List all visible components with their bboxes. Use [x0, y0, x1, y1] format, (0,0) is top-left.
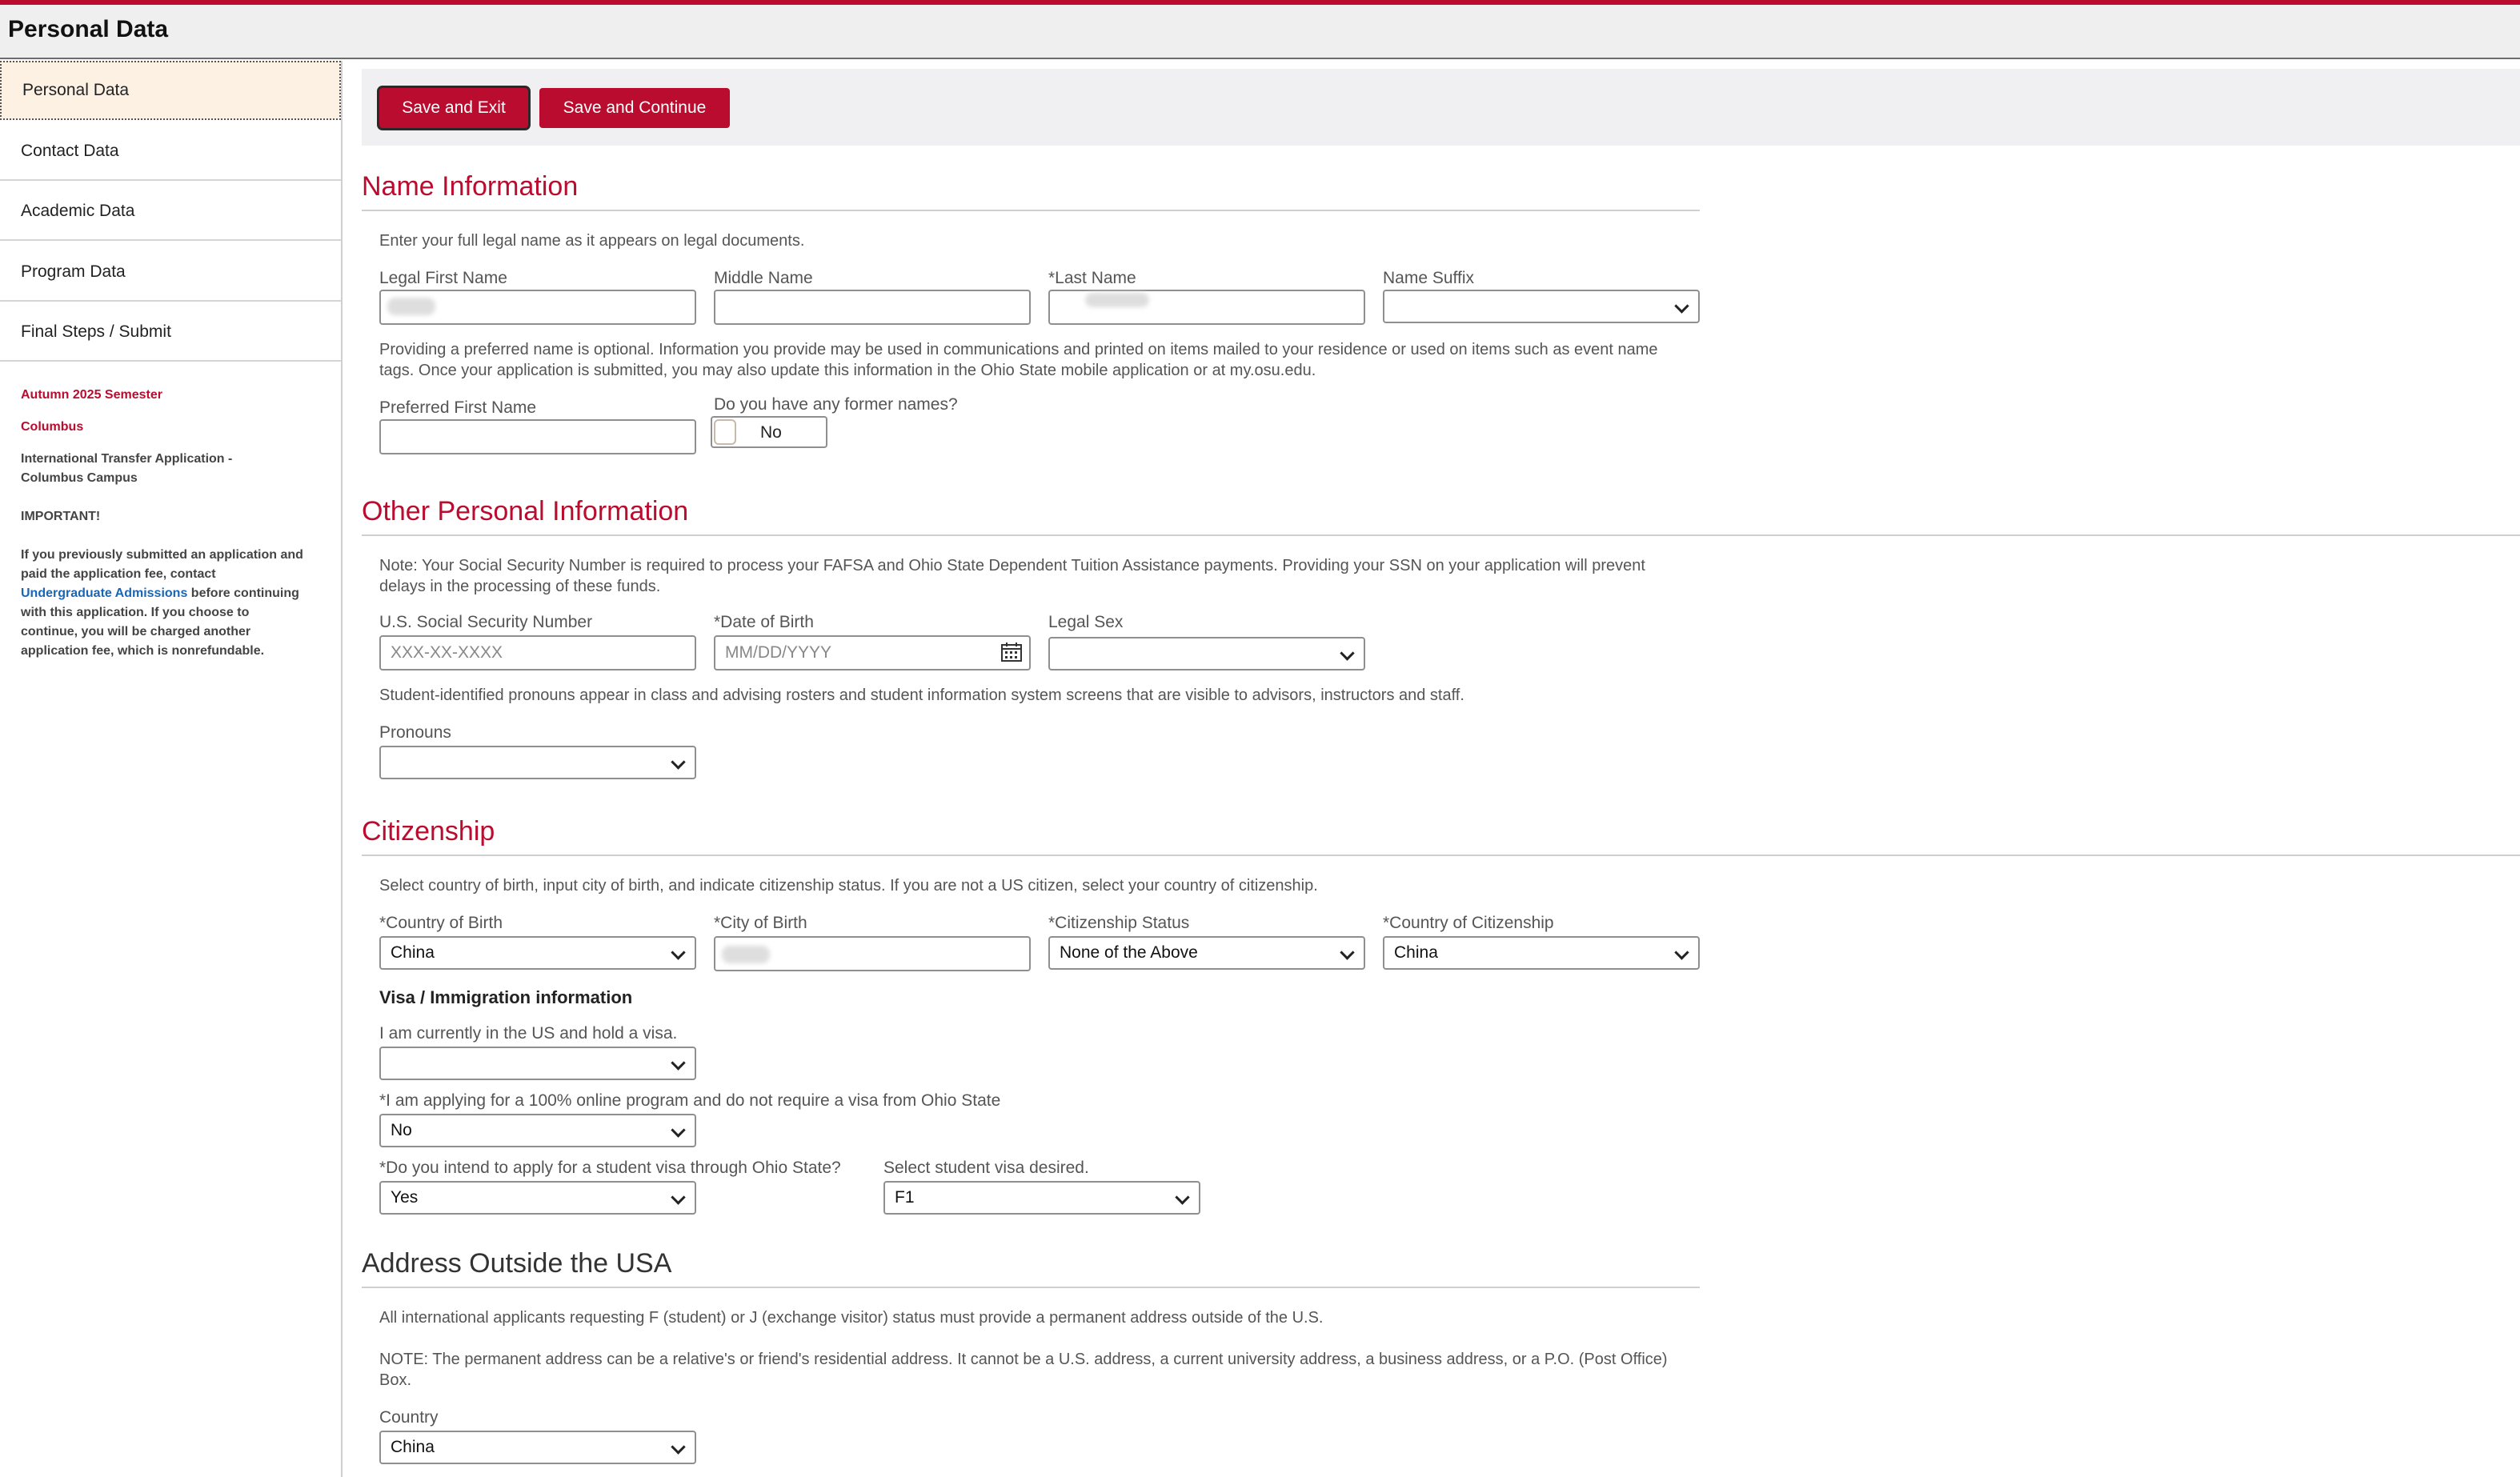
birth-country-select[interactable]: China	[379, 936, 696, 970]
citizenship-country-label: *Country of Citizenship	[1383, 914, 1554, 932]
redacted-value	[722, 946, 770, 963]
citizenship-status-label: *Citizenship Status	[1048, 914, 1190, 932]
sidebar-item-personal-data[interactable]: Personal Data	[0, 61, 341, 120]
preferred-name-field[interactable]	[379, 419, 696, 454]
dob-field[interactable]	[714, 635, 1031, 670]
redacted-value	[1085, 293, 1149, 307]
title-bar: Personal Data	[0, 5, 2520, 59]
sidebar-item-academic-data[interactable]: Academic Data	[0, 182, 341, 241]
other-info-title: Other Personal Information	[362, 496, 689, 526]
undergraduate-admissions-link[interactable]: Undergraduate Admissions	[21, 586, 187, 600]
legal-sex-select[interactable]	[1048, 637, 1365, 670]
name-suffix-select[interactable]	[1383, 290, 1700, 323]
chevron-down-icon	[671, 945, 686, 960]
visa-type-label: Select student visa desired.	[883, 1159, 1089, 1177]
address-country-value: China	[391, 1438, 435, 1456]
name-suffix-label: Name Suffix	[1383, 269, 1474, 287]
sidebar-item-final-steps[interactable]: Final Steps / Submit	[0, 302, 341, 362]
chevron-down-icon	[671, 1439, 686, 1455]
address-intro: All international applicants requesting …	[379, 1309, 1324, 1327]
former-names-toggle[interactable]: No	[711, 416, 827, 448]
name-info-divider	[362, 210, 1700, 211]
name-info-intro: Enter your full legal name as it appears…	[379, 232, 805, 250]
preferred-name-label: Preferred First Name	[379, 398, 537, 417]
redacted-value	[387, 298, 435, 315]
dob-label: *Date of Birth	[714, 613, 814, 631]
birth-city-field[interactable]	[714, 936, 1031, 971]
chevron-down-icon	[671, 1190, 686, 1205]
last-name-field[interactable]	[1048, 290, 1365, 325]
address-note: NOTE: The permanent address can be a rel…	[379, 1351, 1668, 1389]
first-name-label: Legal First Name	[379, 269, 507, 287]
pronouns-note: Student-identified pronouns appear in cl…	[379, 686, 1464, 704]
chevron-down-icon	[671, 1123, 686, 1138]
application-type-label: International Transfer Application - Col…	[21, 452, 233, 485]
page-title: Personal Data	[8, 16, 169, 42]
current-visa-select[interactable]	[379, 1047, 696, 1080]
pronouns-select[interactable]	[379, 746, 696, 779]
dob-field-wrapper	[714, 635, 1031, 670]
address-country-select[interactable]: China	[379, 1431, 696, 1464]
last-name-label: *Last Name	[1048, 269, 1136, 287]
visa-type-value: F1	[895, 1188, 915, 1207]
chevron-down-icon	[1674, 945, 1689, 960]
chevron-down-icon	[1674, 298, 1689, 314]
student-visa-value: Yes	[391, 1188, 419, 1207]
save-and-continue-button[interactable]: Save and Continue	[539, 88, 730, 128]
address-title: Address Outside the USA	[362, 1248, 672, 1279]
save-and-exit-button[interactable]: Save and Exit	[379, 88, 528, 128]
birth-country-label: *Country of Birth	[379, 914, 503, 932]
address-country-label: Country	[379, 1408, 439, 1427]
sidebar-item-program-data[interactable]: Program Data	[0, 242, 341, 302]
birth-city-label: *City of Birth	[714, 914, 807, 932]
birth-country-value: China	[391, 943, 435, 962]
visa-heading: Visa / Immigration information	[379, 987, 633, 1007]
student-visa-label: *Do you intend to apply for a student vi…	[379, 1159, 841, 1177]
other-info-divider	[362, 534, 2520, 536]
first-name-field[interactable]	[379, 290, 696, 325]
legal-sex-label: Legal Sex	[1048, 613, 1124, 631]
citizenship-status-value: None of the Above	[1060, 943, 1198, 962]
citizenship-country-value: China	[1394, 943, 1438, 962]
student-visa-select[interactable]: Yes	[379, 1181, 696, 1215]
citizenship-status-select[interactable]: None of the Above	[1048, 936, 1365, 970]
toggle-knob	[714, 419, 736, 445]
citizenship-country-select[interactable]: China	[1383, 936, 1700, 970]
important-notice: If you previously submitted an applicati…	[21, 546, 309, 661]
ssn-field[interactable]	[379, 635, 696, 670]
online-program-label: *I am applying for a 100% online program…	[379, 1091, 1001, 1110]
sidebar: Personal Data Contact Data Academic Data…	[0, 61, 343, 1477]
address-divider	[362, 1287, 1700, 1288]
citizenship-intro: Select country of birth, input city of b…	[379, 877, 1318, 895]
action-bar: Save and Exit Save and Continue	[362, 69, 2520, 146]
name-info-title: Name Information	[362, 171, 579, 202]
sidebar-item-contact-data[interactable]: Contact Data	[0, 122, 341, 181]
chevron-down-icon	[671, 755, 686, 770]
term-label: Autumn 2025 Semester	[21, 388, 162, 402]
chevron-down-icon	[1340, 945, 1355, 960]
pronouns-label: Pronouns	[379, 723, 451, 742]
calendar-icon[interactable]	[1000, 642, 1023, 662]
preferred-name-note: Providing a preferred name is optional. …	[379, 341, 1658, 379]
former-names-value: No	[760, 423, 782, 442]
citizenship-divider	[362, 855, 2520, 856]
chevron-down-icon	[671, 1055, 686, 1071]
middle-name-field[interactable]	[714, 290, 1031, 325]
important-text-before: If you previously submitted an applicati…	[21, 548, 303, 581]
ssn-label: U.S. Social Security Number	[379, 613, 593, 631]
former-names-label: Do you have any former names?	[714, 395, 958, 414]
ssn-note: Note: Your Social Security Number is req…	[379, 557, 1645, 595]
important-label: IMPORTANT!	[21, 510, 101, 523]
citizenship-title: Citizenship	[362, 816, 495, 847]
chevron-down-icon	[1340, 646, 1355, 661]
visa-type-select[interactable]: F1	[883, 1181, 1200, 1215]
online-program-select[interactable]: No	[379, 1114, 696, 1147]
chevron-down-icon	[1175, 1190, 1190, 1205]
middle-name-label: Middle Name	[714, 269, 813, 287]
current-visa-label: I am currently in the US and hold a visa…	[379, 1024, 678, 1043]
campus-label: Columbus	[21, 420, 84, 434]
online-program-value: No	[391, 1121, 412, 1139]
